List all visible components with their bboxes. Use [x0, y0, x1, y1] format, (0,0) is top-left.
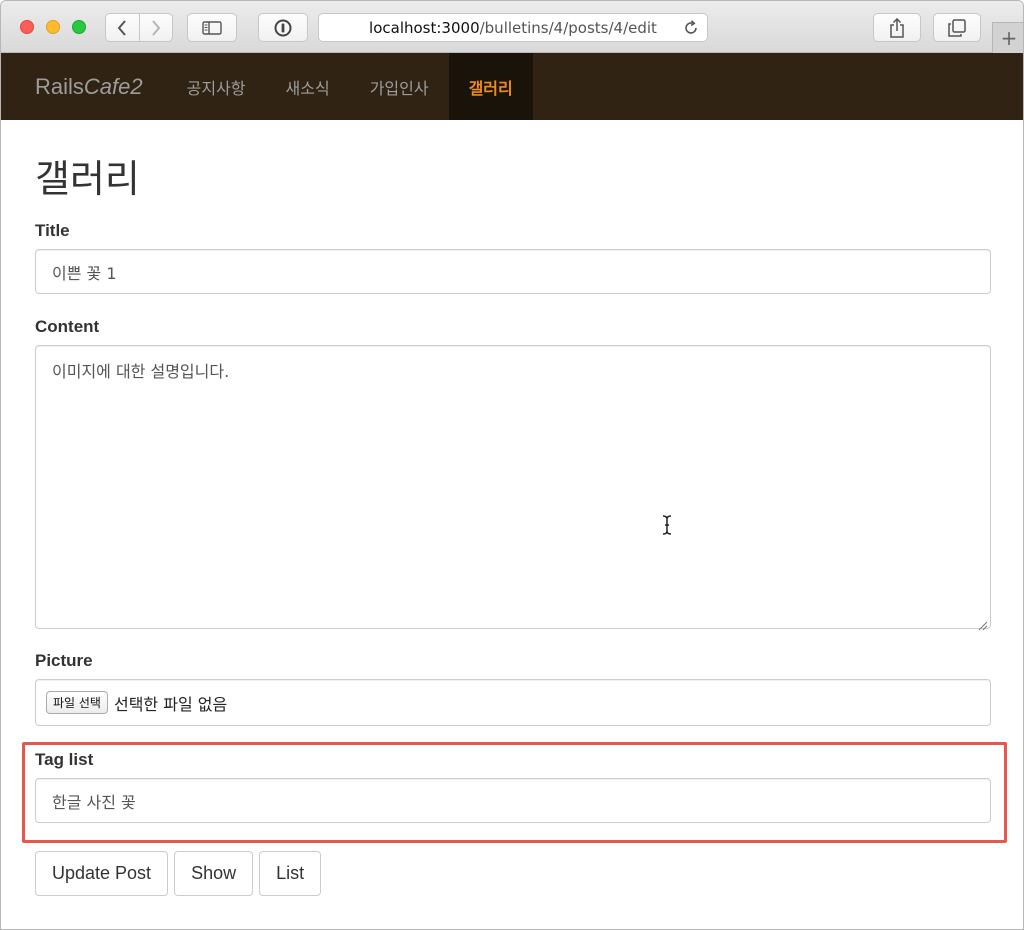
- choose-file-button[interactable]: 파일 선택: [46, 691, 108, 714]
- nav-item-greetings[interactable]: 가입인사: [350, 53, 449, 120]
- share-icon: [889, 17, 905, 38]
- sidebar-toggle-button[interactable]: [187, 13, 237, 42]
- resize-grip-icon[interactable]: [978, 616, 988, 631]
- chevron-left-icon: [117, 19, 127, 36]
- history-nav-group: [105, 13, 173, 42]
- minimize-window-button[interactable]: [46, 20, 60, 34]
- title-input-value: 이쁜 꽃 1: [52, 263, 117, 283]
- browser-window: localhost:3000/bulletins/4/posts/4/edit …: [0, 0, 1024, 930]
- show-button[interactable]: Show: [174, 851, 254, 896]
- file-status-text: 선택한 파일 없음: [113, 694, 228, 714]
- show-tabs-button[interactable]: [933, 13, 981, 42]
- tag-list-highlight-box: [22, 742, 1007, 843]
- zoom-window-button[interactable]: [72, 20, 86, 34]
- chevron-right-icon: [151, 19, 161, 36]
- content-textarea[interactable]: 이미지에 대한 설명입니다.: [35, 345, 991, 631]
- share-button[interactable]: [873, 13, 921, 42]
- back-button[interactable]: [106, 14, 139, 41]
- close-window-button[interactable]: [20, 20, 34, 34]
- forward-button[interactable]: [138, 14, 172, 41]
- edit-post-form: 갤러리 Title 이쁜 꽃 1 Content 이미지에 대한 설명입니다. …: [35, 120, 991, 823]
- new-tab-button[interactable]: +: [992, 22, 1023, 53]
- content-textarea-value: 이미지에 대한 설명입니다.: [52, 362, 230, 381]
- sidebar-icon: [202, 20, 222, 35]
- picture-file-input: 파일 선택 선택한 파일 없음: [35, 679, 991, 726]
- nav-item-notices[interactable]: 공지사항: [167, 53, 266, 120]
- page-title: 갤러리: [35, 157, 140, 201]
- url-host: localhost:3000: [369, 18, 480, 37]
- list-button[interactable]: List: [259, 851, 322, 896]
- plus-icon: +: [1000, 26, 1018, 50]
- tabs-icon: [948, 18, 966, 37]
- nav-item-news[interactable]: 새소식: [266, 53, 350, 120]
- reload-icon[interactable]: [683, 20, 699, 40]
- brand-italic: Cafe2: [83, 73, 143, 99]
- browser-titlebar: localhost:3000/bulletins/4/posts/4/edit …: [1, 1, 1023, 53]
- picture-label: Picture: [35, 651, 93, 670]
- form-actions: Update Post Show List: [35, 851, 322, 896]
- update-post-button[interactable]: Update Post: [35, 851, 169, 896]
- title-label: Title: [35, 221, 70, 240]
- content-label: Content: [35, 317, 100, 336]
- title-input[interactable]: 이쁜 꽃 1: [35, 249, 991, 294]
- brand-regular: Rails: [35, 73, 84, 99]
- brand-logo[interactable]: RailsCafe2: [35, 74, 143, 100]
- privacy-icon: [274, 19, 292, 37]
- text-cursor-icon: [661, 515, 673, 539]
- app-navbar: RailsCafe2 공지사항 새소식 가입인사 갤러리: [1, 53, 1023, 120]
- url-path: /bulletins/4/posts/4/edit: [479, 18, 657, 37]
- nav-item-gallery[interactable]: 갤러리: [448, 53, 533, 120]
- address-bar[interactable]: localhost:3000/bulletins/4/posts/4/edit: [318, 13, 708, 42]
- privacy-button[interactable]: [258, 13, 308, 42]
